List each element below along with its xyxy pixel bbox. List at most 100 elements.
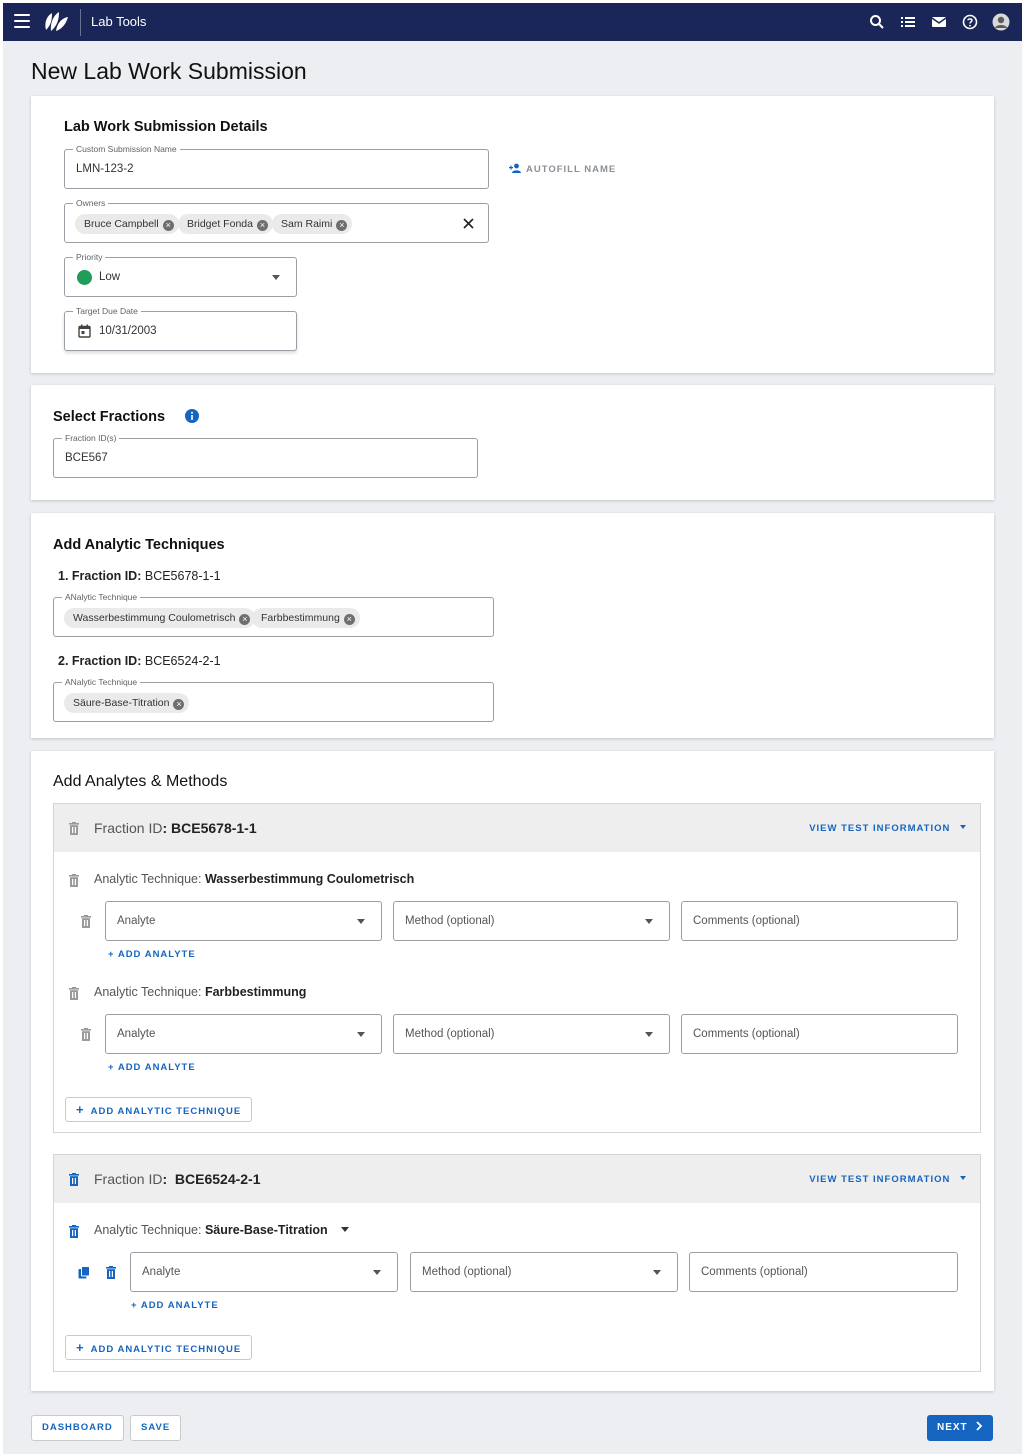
- analytic-techniques-card: Add Analytic Techniques 1. Fraction ID: …: [31, 513, 994, 738]
- view-test-information-button[interactable]: VIEW TEST INFORMATION: [809, 1174, 966, 1185]
- due-date-label: Target Due Date: [73, 306, 141, 316]
- add-analytic-technique-button[interactable]: + ADD ANALYTIC TECHNIQUE: [65, 1097, 253, 1122]
- chevron-down-icon: [645, 1032, 653, 1037]
- owner-chip[interactable]: Sam Raimi ×: [272, 214, 353, 234]
- fraction-panel: Fraction ID: BCE6524-2-1 VIEW TEST INFOR…: [53, 1154, 981, 1372]
- trash-icon[interactable]: [106, 1266, 116, 1279]
- remove-chip-icon[interactable]: ×: [336, 220, 348, 231]
- trash-icon[interactable]: [69, 874, 79, 887]
- remove-chip-icon[interactable]: ×: [162, 220, 174, 231]
- fraction-prefix: Fraction ID:: [71, 569, 142, 583]
- remove-chip-icon[interactable]: ×: [343, 614, 355, 625]
- remove-chip-icon[interactable]: ×: [239, 614, 251, 625]
- next-button-label: NEXT: [937, 1422, 968, 1433]
- technique-title: Analytic Technique: Wasserbestimmung Cou…: [94, 872, 414, 886]
- analytes-methods-heading: Add Analytes & Methods: [53, 773, 228, 790]
- custom-name-label: Custom Submission Name: [73, 144, 180, 154]
- analyte-select[interactable]: Analyte: [105, 901, 382, 941]
- remove-chip-icon[interactable]: ×: [173, 699, 185, 710]
- fraction-ids-field[interactable]: Fraction ID(s) BCE567: [53, 433, 478, 478]
- next-button[interactable]: NEXT: [927, 1415, 993, 1441]
- trash-icon[interactable]: [81, 915, 91, 928]
- plus-icon: +: [76, 1102, 85, 1117]
- avatar[interactable]: [992, 13, 1010, 31]
- calendar-icon[interactable]: [78, 324, 91, 338]
- technique-chip-label: Säure-Base-Titration: [73, 697, 170, 709]
- autofill-name-label: AUTOFILL NAME: [526, 164, 617, 175]
- fraction-id: BCE5678-1-1: [144, 569, 221, 583]
- analyte-placeholder: Analyte: [117, 1028, 156, 1040]
- priority-dot-icon: [77, 270, 92, 285]
- owner-chip-label: Bruce Campbell: [84, 218, 159, 230]
- view-test-information-button[interactable]: VIEW TEST INFORMATION: [809, 823, 966, 834]
- chevron-down-icon: [373, 1270, 381, 1275]
- autofill-name-button[interactable]: AUTOFILL NAME: [509, 163, 616, 175]
- trash-icon[interactable]: [69, 987, 79, 1000]
- method-select[interactable]: Method (optional): [393, 1014, 670, 1054]
- technique-chip[interactable]: Farbbestimmung ×: [252, 608, 360, 628]
- add-analyte-button[interactable]: + ADD ANALYTE: [108, 1062, 196, 1073]
- due-date-field[interactable]: Target Due Date 10/31/2003: [64, 306, 297, 351]
- owners-field[interactable]: Owners Bruce Campbell × Bridget Fonda × Sa…: [64, 198, 489, 243]
- remove-chip-icon[interactable]: ×: [256, 220, 268, 231]
- info-icon[interactable]: [185, 409, 199, 423]
- comments-input[interactable]: Comments (optional): [681, 901, 958, 941]
- analytic-technique-field[interactable]: ANalytic Technique Säure-Base-Titration ×: [53, 677, 494, 722]
- mail-icon[interactable]: [930, 13, 948, 31]
- caret-down-icon[interactable]: [341, 1227, 350, 1232]
- select-fractions-card: Select Fractions Fraction ID(s) BCE567: [31, 385, 994, 500]
- chevron-down-icon: [645, 919, 653, 924]
- menu-icon[interactable]: [14, 14, 30, 28]
- technique-chip[interactable]: Wasserbestimmung Coulometrisch ×: [64, 608, 256, 628]
- comments-input[interactable]: Comments (optional): [681, 1014, 958, 1054]
- priority-value: Low: [99, 271, 121, 283]
- save-button[interactable]: SAVE: [130, 1415, 182, 1441]
- chevron-right-icon: [976, 1421, 982, 1431]
- help-icon[interactable]: [961, 13, 979, 31]
- list-icon[interactable]: [899, 13, 917, 31]
- custom-name-field[interactable]: Custom Submission Name LMN-123-2: [64, 144, 489, 189]
- fraction-panel-header: Fraction ID: BCE5678-1-1 VIEW TEST INFOR…: [54, 804, 980, 852]
- analyte-select[interactable]: Analyte: [130, 1252, 398, 1292]
- fraction-title-prefix: Fraction ID: [94, 1171, 163, 1187]
- method-select[interactable]: Method (optional): [393, 901, 670, 941]
- details-card: Lab Work Submission Details Custom Submi…: [31, 96, 994, 373]
- technique-chip-label: Farbbestimmung: [261, 612, 340, 624]
- due-date-value: 10/31/2003: [99, 325, 157, 337]
- technique-title-name: Säure-Base-Titration: [204, 1223, 328, 1237]
- view-test-information-label: VIEW TEST INFORMATION: [809, 823, 951, 834]
- trash-icon[interactable]: [69, 822, 79, 835]
- analyte-placeholder: Analyte: [117, 915, 156, 927]
- analytic-technique-field[interactable]: ANalytic Technique Wasserbestimmung Coul…: [53, 592, 494, 637]
- comments-input[interactable]: Comments (optional): [689, 1252, 958, 1292]
- clear-icon[interactable]: [463, 218, 474, 229]
- comments-placeholder: Comments (optional): [701, 1266, 808, 1278]
- method-placeholder: Method (optional): [405, 915, 495, 927]
- add-analyte-button[interactable]: + ADD ANALYTE: [108, 949, 196, 960]
- copy-icon[interactable]: [78, 1266, 90, 1279]
- fraction-prefix: Fraction ID:: [71, 654, 142, 668]
- technique-chip-label: Wasserbestimmung Coulometrisch: [73, 612, 236, 624]
- technique-title-prefix: Analytic Technique:: [94, 872, 202, 886]
- priority-select[interactable]: Priority Low: [64, 252, 297, 297]
- owner-chip[interactable]: Bruce Campbell ×: [75, 214, 179, 234]
- add-analytic-technique-button[interactable]: + ADD ANALYTIC TECHNIQUE: [65, 1335, 253, 1360]
- technique-chip[interactable]: Säure-Base-Titration ×: [64, 693, 190, 713]
- add-analyte-button[interactable]: + ADD ANALYTE: [131, 1300, 219, 1311]
- dashboard-button[interactable]: DASHBOARD: [31, 1415, 124, 1441]
- trash-icon[interactable]: [81, 1028, 91, 1041]
- caret-down-icon: [960, 1176, 966, 1180]
- analyte-select[interactable]: Analyte: [105, 1014, 382, 1054]
- trash-icon[interactable]: [69, 1225, 79, 1238]
- owner-chip[interactable]: Bridget Fonda ×: [178, 214, 273, 234]
- method-placeholder: Method (optional): [405, 1028, 495, 1040]
- search-icon[interactable]: [868, 13, 886, 31]
- method-select[interactable]: Method (optional): [410, 1252, 678, 1292]
- app-title: Lab Tools: [91, 14, 147, 29]
- fraction-number: 1.: [58, 569, 69, 583]
- chevron-down-icon: [357, 919, 365, 924]
- trash-icon[interactable]: [69, 1173, 79, 1186]
- app-window: Lab Tools New Lab Work Submission Lab Wo…: [3, 3, 1022, 1454]
- owner-chip-label: Sam Raimi: [281, 218, 333, 230]
- fraction-heading: 2. Fraction ID: BCE6524-2-1: [58, 654, 221, 668]
